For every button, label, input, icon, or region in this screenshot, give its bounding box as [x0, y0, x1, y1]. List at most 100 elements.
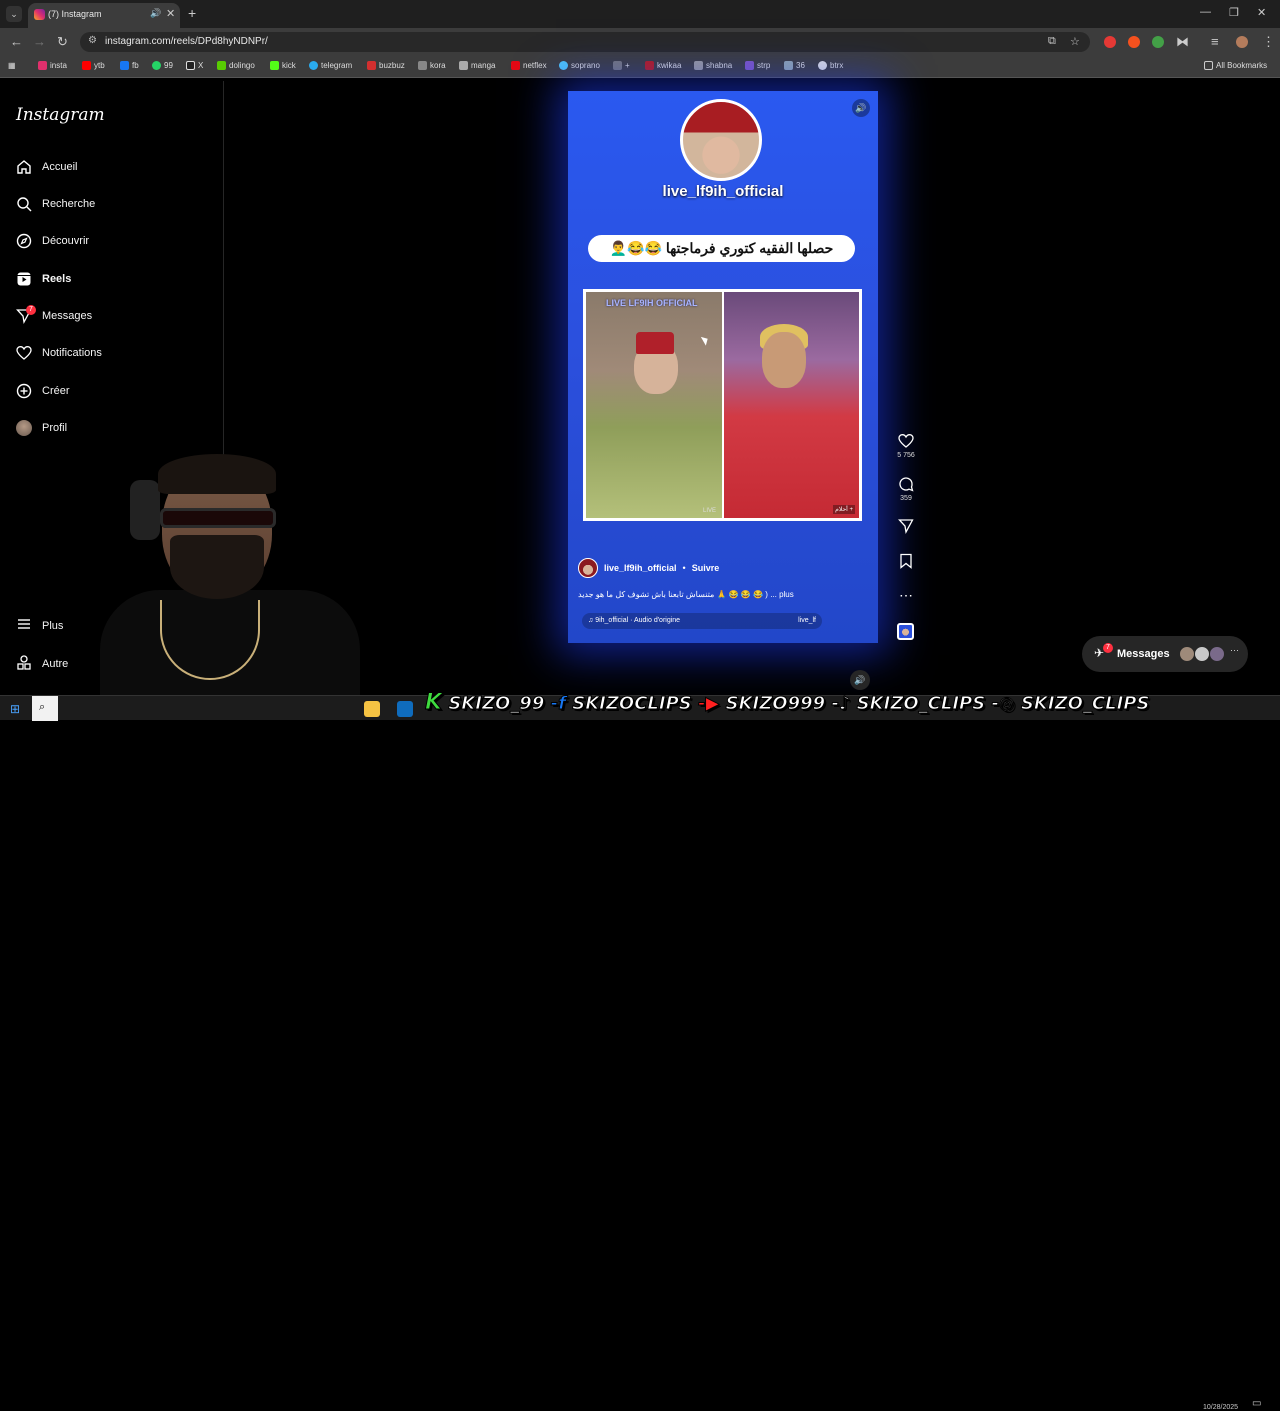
notification-icon[interactable]: ▭ — [1252, 1398, 1261, 1409]
outlook-icon[interactable] — [397, 701, 413, 717]
volume-icon[interactable]: 🔊 — [850, 670, 870, 690]
bookmark-item[interactable]: kwikaa — [645, 61, 681, 70]
bookmark-item[interactable]: insta — [38, 61, 67, 70]
bookmark-item[interactable]: telegram — [309, 61, 352, 70]
sidebar-item-plus[interactable]: Plus — [16, 616, 63, 635]
menu-kebab-icon[interactable]: ⋮ — [1262, 34, 1275, 50]
file-explorer-icon[interactable] — [364, 701, 380, 717]
sidebar-item-reels[interactable]: Reels — [16, 269, 71, 289]
volume-icon[interactable]: 🔊 — [852, 99, 870, 117]
sidebar-item-profil[interactable]: Profil — [16, 418, 67, 438]
extension-green-icon[interactable] — [1152, 36, 1164, 48]
bookmark-item[interactable]: strp — [745, 61, 770, 70]
sidebar-item-messages[interactable]: 7 Messages — [16, 305, 92, 326]
bookmark-favicon-icon — [309, 61, 318, 70]
bookmark-item[interactable]: buzbuz — [367, 61, 405, 70]
bookmark-label: kora — [430, 61, 446, 70]
reel-player[interactable]: 🔊 live_lf9ih_official حصلها الفقيه كتوري… — [568, 91, 878, 643]
bookmark-label: manga — [471, 61, 496, 70]
send-icon — [893, 518, 919, 537]
messages-badge: 7 — [26, 305, 36, 315]
reel-caption[interactable]: متنساش تابعنا باش تشوف كل ما هو جديد 🙏 😂… — [578, 590, 858, 599]
bookmark-favicon-icon — [38, 61, 47, 70]
bookmark-label: strp — [757, 61, 771, 70]
sidebar-item-notifications[interactable]: Notifications — [16, 343, 102, 363]
bookmark-item[interactable]: netflex — [511, 61, 547, 70]
woman-face — [762, 332, 806, 388]
sidebar-item-recherche[interactable]: Recherche — [16, 194, 95, 214]
extension-red-icon[interactable] — [1104, 36, 1116, 48]
threads-grid-icon — [16, 654, 32, 673]
restore-icon[interactable]: ❐ — [1229, 6, 1239, 19]
bookmark-item[interactable]: dolingo — [217, 61, 255, 70]
bookmark-star-icon[interactable]: ☆ — [1070, 35, 1080, 48]
install-app-icon[interactable]: ⧉ — [1048, 35, 1056, 48]
reel-video-frame[interactable]: LIVE LF9IH OFFICIAL LIVE أحلام + — [583, 289, 862, 521]
minimize-icon[interactable]: — — [1200, 6, 1211, 18]
bookmark-item[interactable]: ytb — [82, 61, 105, 70]
new-tab-button[interactable]: + — [188, 5, 196, 21]
author-username[interactable]: live_lf9ih_official — [604, 563, 677, 573]
audio-thumbnail[interactable] — [897, 623, 914, 640]
sidebar-item-label: Recherche — [42, 198, 96, 210]
conversation-avatar — [1209, 646, 1225, 662]
tab-close-icon[interactable]: ✕ — [166, 7, 175, 20]
bookmark-label: telegram — [321, 61, 353, 70]
address-toolbar: ← → ↻ ⚙ instagram.com/reels/DPd8hyNDNPr/… — [0, 28, 1280, 56]
bookmark-label: ytb — [94, 61, 105, 70]
bookmark-item[interactable]: shabna — [694, 61, 732, 70]
bookmark-item[interactable]: 99 — [152, 61, 173, 70]
youtube-logo-icon: -▶ — [698, 693, 720, 715]
streamer-webcam — [100, 440, 360, 700]
save-button[interactable] — [893, 553, 919, 572]
sidebar-item-creer[interactable]: Créer — [16, 381, 70, 401]
share-button[interactable] — [893, 518, 919, 537]
sidebar-item-autre[interactable]: Autre — [16, 654, 68, 673]
sidebar-item-decouvrir[interactable]: Découvrir — [16, 231, 89, 251]
author-avatar[interactable] — [578, 558, 598, 578]
bookmark-item[interactable]: manga — [459, 61, 495, 70]
comment-button[interactable]: 359 — [893, 476, 919, 502]
apps-grid-icon[interactable]: ▦ — [8, 61, 16, 70]
taskbar-search-button[interactable]: ⌕ — [32, 696, 58, 721]
all-bookmarks-button[interactable]: All Bookmarks — [1204, 61, 1267, 70]
bookmark-item[interactable]: fb — [120, 61, 139, 70]
extensions-puzzle-icon[interactable]: ⧓ — [1176, 34, 1189, 50]
bookmark-item[interactable]: kick — [270, 61, 296, 70]
like-button[interactable]: 5 756 — [893, 433, 919, 459]
sidebar-item-accueil[interactable]: Accueil — [16, 157, 77, 177]
sidebar-item-label: Profil — [42, 422, 68, 434]
streamer-hair — [158, 454, 276, 494]
search-icon — [16, 196, 32, 212]
bookmark-item[interactable]: kora — [418, 61, 446, 70]
omnibox[interactable]: ⚙ instagram.com/reels/DPd8hyNDNPr/ ⧉ ☆ — [80, 32, 1090, 52]
forward-icon[interactable]: → — [33, 34, 46, 49]
site-info-icon[interactable]: ⚙ — [88, 35, 97, 46]
bookmark-favicon-icon — [784, 61, 793, 70]
windows-start-icon[interactable]: ⊞ — [10, 702, 20, 716]
close-window-icon[interactable]: ✕ — [1257, 6, 1266, 19]
messages-floating-button[interactable]: ✈ 7 Messages ⋯ — [1082, 636, 1248, 672]
bookmark-item[interactable]: btrx — [818, 61, 843, 70]
media-controls-icon[interactable]: ≡ — [1211, 34, 1219, 49]
bookmark-item[interactable]: soprano — [559, 61, 600, 70]
bookmark-item[interactable]: + — [613, 61, 630, 70]
tab-search-button[interactable]: ⌄ — [6, 6, 22, 22]
bookmark-item[interactable]: X — [186, 61, 203, 70]
tab-audio-icon[interactable]: 🔊 — [150, 8, 161, 19]
more-options-button[interactable]: ⋯ — [893, 587, 919, 603]
browser-tab-instagram[interactable]: (7) Instagram 🔊 ✕ — [28, 3, 180, 28]
reload-icon[interactable]: ↻ — [57, 34, 68, 50]
instagram-logo[interactable]: Instagram — [16, 105, 105, 125]
bookmark-label: shabna — [706, 61, 733, 70]
instagram-logo-icon: -◎ — [991, 693, 1015, 715]
extension-fox-icon[interactable] — [1128, 36, 1140, 48]
reel-audio-bar[interactable]: ♫ 9ih_official · Audio d'origine live_lf — [582, 613, 822, 629]
profile-avatar-icon[interactable] — [1236, 36, 1248, 48]
sidebar-item-label: Autre — [42, 657, 69, 670]
bookmark-item[interactable]: 36 — [784, 61, 805, 70]
url-text[interactable]: instagram.com/reels/DPd8hyNDNPr/ — [105, 36, 268, 47]
follow-button[interactable]: Suivre — [692, 563, 720, 573]
bookmark-label: + — [625, 61, 630, 70]
back-icon[interactable]: ← — [10, 34, 23, 49]
